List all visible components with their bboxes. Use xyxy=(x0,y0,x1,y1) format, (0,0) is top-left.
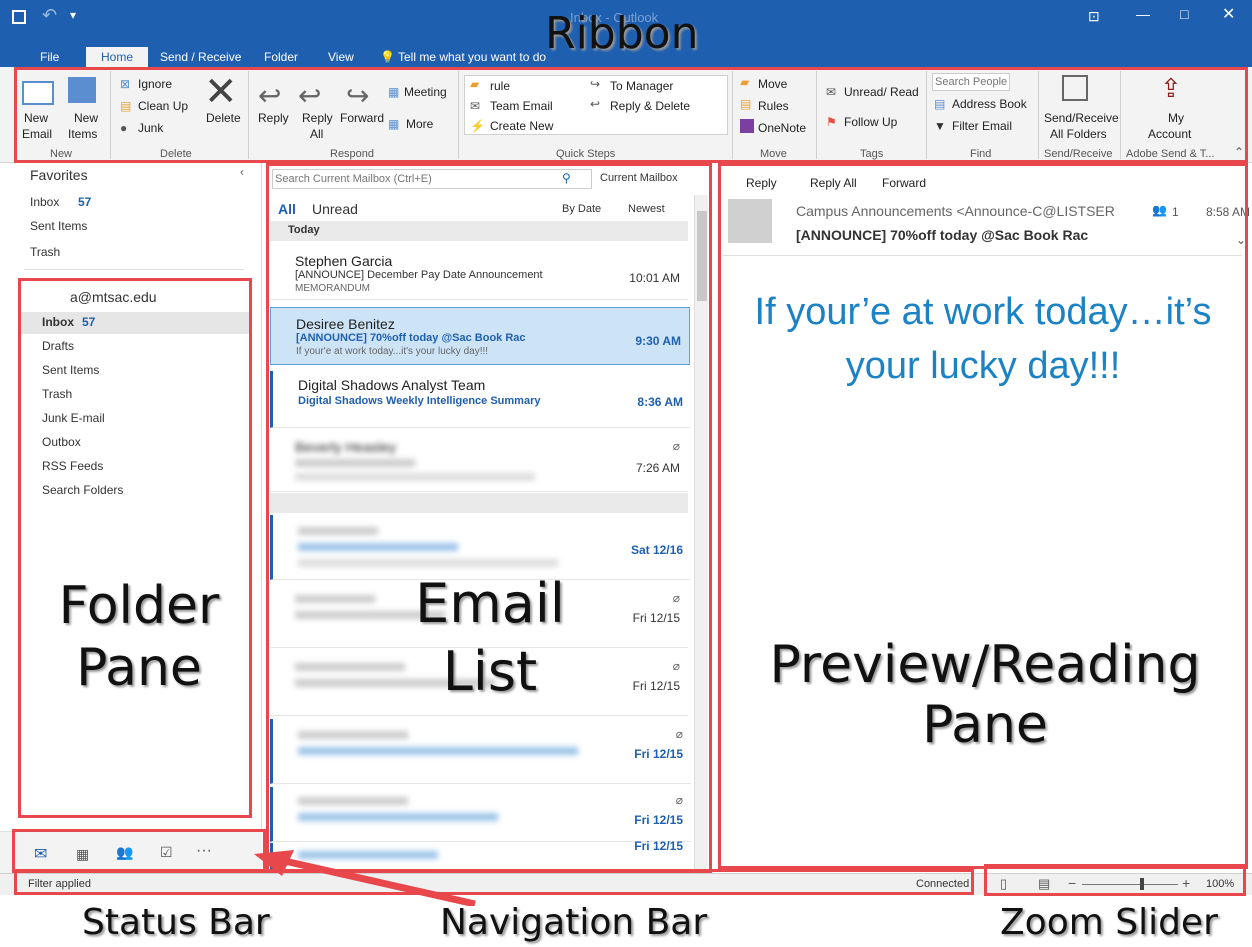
annotation-label-email: Email List xyxy=(415,572,565,703)
annotation-label-ribbon: Ribbon xyxy=(545,8,699,59)
annotation-box-nav xyxy=(12,829,266,873)
tab-view[interactable]: View xyxy=(326,47,356,67)
favorite-inbox-count: 57 xyxy=(78,195,92,209)
annotation-label-nav: Navigation Bar xyxy=(440,902,708,943)
divider xyxy=(24,269,244,270)
tab-file[interactable]: File xyxy=(38,47,61,67)
annotation-box-status xyxy=(14,869,974,895)
ribbon-display-icon[interactable]: ⊡ xyxy=(1088,8,1100,25)
annotation-box-email xyxy=(266,163,712,873)
favorite-trash[interactable]: Trash xyxy=(30,245,60,259)
maximize-icon[interactable]: □ xyxy=(1180,6,1188,22)
tab-send-receive[interactable]: Send / Receive xyxy=(158,47,243,67)
annotation-box-preview xyxy=(718,163,1248,869)
close-icon[interactable]: ✕ xyxy=(1222,4,1235,24)
annotation-label-status: Status Bar xyxy=(82,902,270,943)
favorites-header[interactable]: Favorites xyxy=(30,167,88,183)
annotation-box-folder xyxy=(18,278,252,818)
tell-me-input[interactable]: Tell me what you want to do xyxy=(396,47,548,67)
favorite-sent[interactable]: Sent Items xyxy=(30,219,87,233)
annotation-label-preview: Preview/Reading Pane xyxy=(769,635,1201,755)
tab-home[interactable]: Home xyxy=(86,47,148,67)
collapse-icon[interactable]: ‹ xyxy=(240,165,244,179)
undo-icon[interactable]: ↶ xyxy=(42,5,57,26)
app-icon[interactable] xyxy=(12,10,26,24)
annotation-label-zoom: Zoom Slider xyxy=(1000,902,1218,943)
annotation-arrow xyxy=(254,850,476,906)
annotation-box-zoom xyxy=(984,864,1246,896)
tab-folder[interactable]: Folder xyxy=(262,47,300,67)
customize-icon[interactable]: ▾ xyxy=(70,8,76,22)
lightbulb-icon: 💡 xyxy=(380,50,395,64)
annotation-box-ribbon xyxy=(14,67,1248,163)
minimize-icon[interactable]: — xyxy=(1136,6,1150,22)
favorite-inbox[interactable]: Inbox xyxy=(30,195,59,209)
annotation-label-folder: Folder Pane xyxy=(58,576,220,698)
